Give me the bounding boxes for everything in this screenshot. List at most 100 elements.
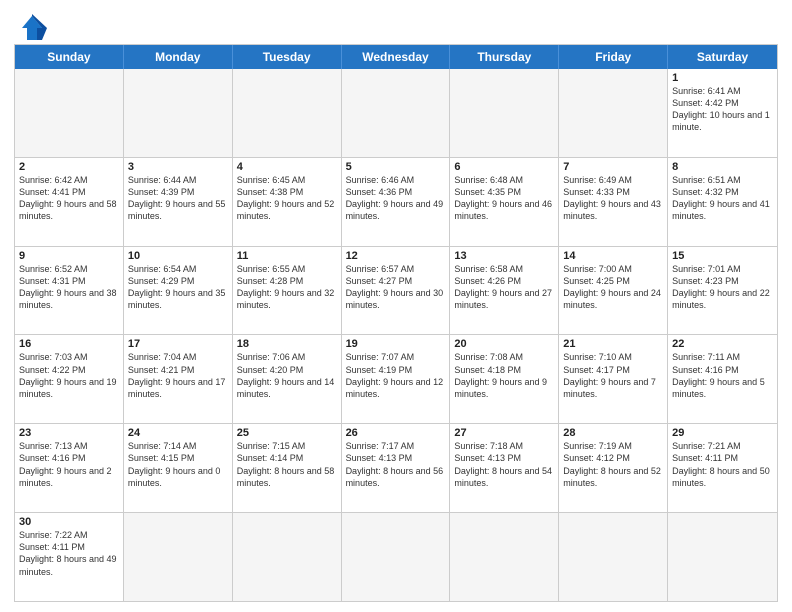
day-info: Sunrise: 7:00 AM Sunset: 4:25 PM Dayligh… bbox=[563, 263, 663, 312]
cal-cell: 14Sunrise: 7:00 AM Sunset: 4:25 PM Dayli… bbox=[559, 247, 668, 335]
cal-cell bbox=[559, 513, 668, 601]
cal-cell: 18Sunrise: 7:06 AM Sunset: 4:20 PM Dayli… bbox=[233, 335, 342, 423]
cal-header-cell-sunday: Sunday bbox=[15, 45, 124, 69]
day-number: 17 bbox=[128, 338, 228, 350]
day-number: 8 bbox=[672, 161, 773, 173]
cal-cell bbox=[124, 513, 233, 601]
cal-cell: 20Sunrise: 7:08 AM Sunset: 4:18 PM Dayli… bbox=[450, 335, 559, 423]
calendar-header-row: SundayMondayTuesdayWednesdayThursdayFrid… bbox=[15, 45, 777, 69]
day-number: 23 bbox=[19, 427, 119, 439]
day-info: Sunrise: 6:57 AM Sunset: 4:27 PM Dayligh… bbox=[346, 263, 446, 312]
cal-cell bbox=[342, 513, 451, 601]
day-info: Sunrise: 7:06 AM Sunset: 4:20 PM Dayligh… bbox=[237, 351, 337, 400]
day-number: 22 bbox=[672, 338, 773, 350]
cal-cell: 29Sunrise: 7:21 AM Sunset: 4:11 PM Dayli… bbox=[668, 424, 777, 512]
day-number: 27 bbox=[454, 427, 554, 439]
day-number: 14 bbox=[563, 250, 663, 262]
day-info: Sunrise: 6:52 AM Sunset: 4:31 PM Dayligh… bbox=[19, 263, 119, 312]
day-number: 20 bbox=[454, 338, 554, 350]
day-number: 6 bbox=[454, 161, 554, 173]
day-number: 7 bbox=[563, 161, 663, 173]
day-info: Sunrise: 7:21 AM Sunset: 4:11 PM Dayligh… bbox=[672, 440, 773, 489]
day-info: Sunrise: 7:07 AM Sunset: 4:19 PM Dayligh… bbox=[346, 351, 446, 400]
day-number: 30 bbox=[19, 516, 119, 528]
day-info: Sunrise: 7:18 AM Sunset: 4:13 PM Dayligh… bbox=[454, 440, 554, 489]
cal-cell: 15Sunrise: 7:01 AM Sunset: 4:23 PM Dayli… bbox=[668, 247, 777, 335]
day-info: Sunrise: 6:54 AM Sunset: 4:29 PM Dayligh… bbox=[128, 263, 228, 312]
cal-week-row-1: 2Sunrise: 6:42 AM Sunset: 4:41 PM Daylig… bbox=[15, 158, 777, 247]
day-number: 2 bbox=[19, 161, 119, 173]
cal-cell bbox=[233, 69, 342, 157]
day-info: Sunrise: 6:49 AM Sunset: 4:33 PM Dayligh… bbox=[563, 174, 663, 223]
day-number: 24 bbox=[128, 427, 228, 439]
cal-week-row-5: 30Sunrise: 7:22 AM Sunset: 4:11 PM Dayli… bbox=[15, 513, 777, 601]
cal-cell: 8Sunrise: 6:51 AM Sunset: 4:32 PM Daylig… bbox=[668, 158, 777, 246]
cal-cell: 9Sunrise: 6:52 AM Sunset: 4:31 PM Daylig… bbox=[15, 247, 124, 335]
cal-cell: 25Sunrise: 7:15 AM Sunset: 4:14 PM Dayli… bbox=[233, 424, 342, 512]
day-number: 11 bbox=[237, 250, 337, 262]
cal-cell bbox=[559, 69, 668, 157]
cal-header-cell-saturday: Saturday bbox=[668, 45, 777, 69]
cal-cell: 27Sunrise: 7:18 AM Sunset: 4:13 PM Dayli… bbox=[450, 424, 559, 512]
day-info: Sunrise: 7:19 AM Sunset: 4:12 PM Dayligh… bbox=[563, 440, 663, 489]
cal-cell: 23Sunrise: 7:13 AM Sunset: 4:16 PM Dayli… bbox=[15, 424, 124, 512]
day-info: Sunrise: 7:13 AM Sunset: 4:16 PM Dayligh… bbox=[19, 440, 119, 489]
day-info: Sunrise: 7:14 AM Sunset: 4:15 PM Dayligh… bbox=[128, 440, 228, 489]
cal-week-row-3: 16Sunrise: 7:03 AM Sunset: 4:22 PM Dayli… bbox=[15, 335, 777, 424]
day-number: 13 bbox=[454, 250, 554, 262]
cal-cell bbox=[15, 69, 124, 157]
cal-cell: 5Sunrise: 6:46 AM Sunset: 4:36 PM Daylig… bbox=[342, 158, 451, 246]
cal-cell: 21Sunrise: 7:10 AM Sunset: 4:17 PM Dayli… bbox=[559, 335, 668, 423]
day-number: 5 bbox=[346, 161, 446, 173]
day-number: 25 bbox=[237, 427, 337, 439]
header bbox=[14, 10, 778, 38]
day-info: Sunrise: 7:11 AM Sunset: 4:16 PM Dayligh… bbox=[672, 351, 773, 400]
day-info: Sunrise: 7:22 AM Sunset: 4:11 PM Dayligh… bbox=[19, 529, 119, 578]
day-info: Sunrise: 6:41 AM Sunset: 4:42 PM Dayligh… bbox=[672, 85, 773, 134]
day-number: 15 bbox=[672, 250, 773, 262]
cal-cell: 11Sunrise: 6:55 AM Sunset: 4:28 PM Dayli… bbox=[233, 247, 342, 335]
day-number: 3 bbox=[128, 161, 228, 173]
cal-header-cell-wednesday: Wednesday bbox=[342, 45, 451, 69]
cal-cell: 4Sunrise: 6:45 AM Sunset: 4:38 PM Daylig… bbox=[233, 158, 342, 246]
day-number: 1 bbox=[672, 72, 773, 84]
cal-week-row-4: 23Sunrise: 7:13 AM Sunset: 4:16 PM Dayli… bbox=[15, 424, 777, 513]
day-info: Sunrise: 6:44 AM Sunset: 4:39 PM Dayligh… bbox=[128, 174, 228, 223]
cal-cell: 28Sunrise: 7:19 AM Sunset: 4:12 PM Dayli… bbox=[559, 424, 668, 512]
cal-cell: 12Sunrise: 6:57 AM Sunset: 4:27 PM Dayli… bbox=[342, 247, 451, 335]
day-number: 16 bbox=[19, 338, 119, 350]
day-number: 21 bbox=[563, 338, 663, 350]
page: SundayMondayTuesdayWednesdayThursdayFrid… bbox=[0, 0, 792, 612]
day-number: 26 bbox=[346, 427, 446, 439]
cal-header-cell-friday: Friday bbox=[559, 45, 668, 69]
cal-cell: 10Sunrise: 6:54 AM Sunset: 4:29 PM Dayli… bbox=[124, 247, 233, 335]
calendar-body: 1Sunrise: 6:41 AM Sunset: 4:42 PM Daylig… bbox=[15, 69, 777, 601]
day-info: Sunrise: 7:08 AM Sunset: 4:18 PM Dayligh… bbox=[454, 351, 554, 400]
cal-cell: 19Sunrise: 7:07 AM Sunset: 4:19 PM Dayli… bbox=[342, 335, 451, 423]
day-info: Sunrise: 7:01 AM Sunset: 4:23 PM Dayligh… bbox=[672, 263, 773, 312]
calendar: SundayMondayTuesdayWednesdayThursdayFrid… bbox=[14, 44, 778, 602]
cal-cell: 26Sunrise: 7:17 AM Sunset: 4:13 PM Dayli… bbox=[342, 424, 451, 512]
cal-cell bbox=[342, 69, 451, 157]
cal-cell: 30Sunrise: 7:22 AM Sunset: 4:11 PM Dayli… bbox=[15, 513, 124, 601]
cal-cell bbox=[668, 513, 777, 601]
day-number: 29 bbox=[672, 427, 773, 439]
day-number: 9 bbox=[19, 250, 119, 262]
cal-cell bbox=[450, 69, 559, 157]
logo-blue-icon bbox=[17, 14, 47, 42]
cal-cell bbox=[233, 513, 342, 601]
day-info: Sunrise: 6:42 AM Sunset: 4:41 PM Dayligh… bbox=[19, 174, 119, 223]
day-info: Sunrise: 6:46 AM Sunset: 4:36 PM Dayligh… bbox=[346, 174, 446, 223]
cal-cell: 13Sunrise: 6:58 AM Sunset: 4:26 PM Dayli… bbox=[450, 247, 559, 335]
day-info: Sunrise: 7:17 AM Sunset: 4:13 PM Dayligh… bbox=[346, 440, 446, 489]
cal-cell bbox=[124, 69, 233, 157]
day-info: Sunrise: 6:48 AM Sunset: 4:35 PM Dayligh… bbox=[454, 174, 554, 223]
cal-cell: 7Sunrise: 6:49 AM Sunset: 4:33 PM Daylig… bbox=[559, 158, 668, 246]
day-number: 19 bbox=[346, 338, 446, 350]
day-number: 12 bbox=[346, 250, 446, 262]
cal-cell: 6Sunrise: 6:48 AM Sunset: 4:35 PM Daylig… bbox=[450, 158, 559, 246]
cal-cell: 1Sunrise: 6:41 AM Sunset: 4:42 PM Daylig… bbox=[668, 69, 777, 157]
cal-header-cell-monday: Monday bbox=[124, 45, 233, 69]
day-info: Sunrise: 7:15 AM Sunset: 4:14 PM Dayligh… bbox=[237, 440, 337, 489]
day-number: 28 bbox=[563, 427, 663, 439]
